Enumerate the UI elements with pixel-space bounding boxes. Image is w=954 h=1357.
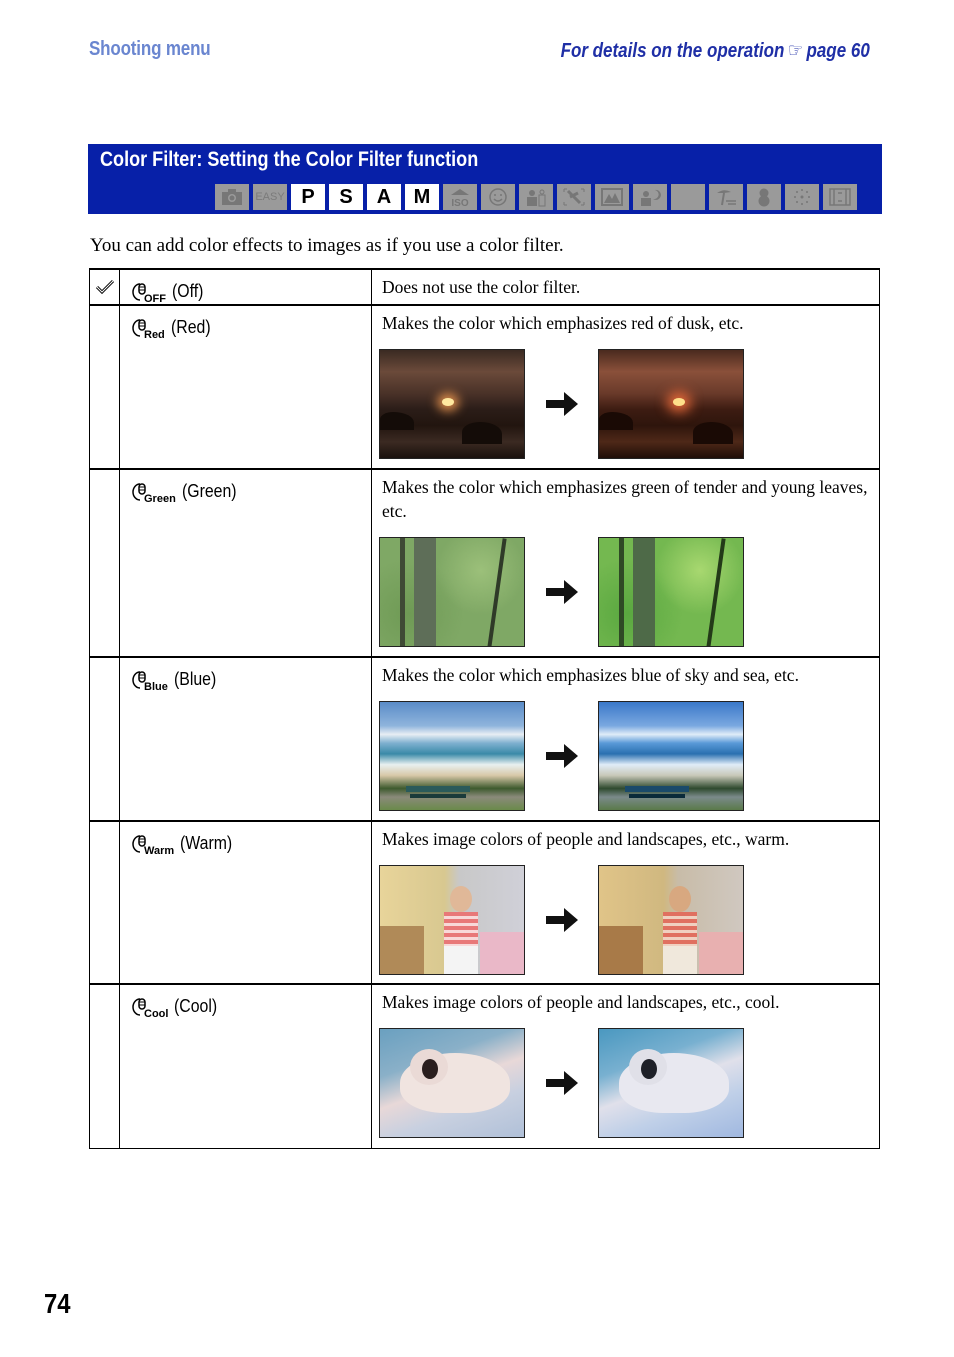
beach-original-image	[379, 701, 525, 811]
option-red[interactable]: Red (Red)	[120, 306, 371, 341]
forest-green-filter-image	[598, 537, 744, 647]
option-label: (Blue)	[173, 669, 217, 689]
pointing-hand-icon: ☞	[788, 40, 804, 62]
option-label: (Red)	[170, 317, 211, 337]
option-description: Makes the color which emphasizes red of …	[382, 313, 744, 333]
color-filter-warm-icon: Warm	[130, 832, 174, 857]
details-page-link[interactable]: page 60	[807, 40, 870, 62]
anti-blur-icon	[557, 184, 591, 210]
option-label: (Green)	[181, 481, 237, 501]
twilight-portrait-icon	[633, 184, 667, 210]
mode-a: A	[367, 184, 401, 210]
color-filter-red-icon: Red	[130, 316, 165, 341]
iso-icon: ISO	[443, 184, 477, 210]
beach-blue-filter-image	[598, 701, 744, 811]
easy-icon: EASY	[253, 184, 287, 210]
cat-cool-filter-image	[598, 1028, 744, 1138]
moon-icon	[671, 184, 705, 210]
default-cell	[89, 268, 120, 306]
option-label: (Cool)	[174, 996, 218, 1016]
option-row-off[interactable]: OFF (Off) Does not use the color filter.	[89, 268, 880, 306]
sunset-red-filter-image	[598, 349, 744, 459]
arrow-right-icon	[525, 392, 598, 416]
page-number: 74	[44, 1288, 71, 1319]
color-filter-options-table: OFF (Off) Does not use the color filter.…	[89, 268, 880, 1149]
option-description: Makes image colors of people and landsca…	[382, 829, 790, 849]
cat-original-image	[379, 1028, 525, 1138]
svg-text:ISO: ISO	[451, 198, 468, 207]
intro-text: You can add color effects to images as i…	[90, 235, 564, 256]
arrow-right-icon	[525, 744, 598, 768]
option-cool[interactable]: Cool (Cool)	[120, 985, 371, 1020]
soft-snap-icon	[519, 184, 553, 210]
color-filter-off-icon: OFF	[130, 280, 166, 305]
color-filter-blue-icon: Blue	[130, 668, 168, 693]
section-header: Shooting menu	[89, 38, 211, 60]
option-description: Makes the color which emphasizes blue of…	[382, 665, 799, 685]
option-description: Does not use the color filter.	[382, 277, 581, 297]
fireworks-icon	[785, 184, 819, 210]
option-row-cool[interactable]: Cool (Cool) Makes image colors of people…	[89, 983, 880, 1149]
option-row-blue[interactable]: Blue (Blue) Makes the color which emphas…	[89, 656, 880, 822]
option-green[interactable]: Green (Green)	[120, 470, 371, 505]
mode-s: S	[329, 184, 363, 210]
beach-icon	[709, 184, 743, 210]
landscape-icon	[595, 184, 629, 210]
camera-icon	[215, 184, 249, 210]
color-filter-cool-icon: Cool	[130, 995, 168, 1020]
shooting-mode-icons: EASY P S A M ISO	[215, 184, 857, 210]
option-label: (Off)	[172, 281, 204, 301]
page-title: Color Filter: Setting the Color Filter f…	[100, 148, 479, 171]
details-prefix: For details on the operation	[560, 40, 785, 62]
option-label: (Warm)	[180, 833, 233, 853]
color-filter-green-icon: Green	[130, 480, 176, 505]
title-bar: Color Filter: Setting the Color Filter f…	[88, 144, 882, 214]
girl-warm-filter-image	[598, 865, 744, 975]
option-row-green[interactable]: Green (Green) Makes the color which emph…	[89, 468, 880, 658]
option-off[interactable]: OFF (Off)	[120, 270, 371, 305]
option-blue[interactable]: Blue (Blue)	[120, 658, 371, 693]
movie-icon	[823, 184, 857, 210]
arrow-right-icon	[525, 908, 598, 932]
snow-icon	[747, 184, 781, 210]
arrow-right-icon	[525, 1071, 598, 1095]
smile-icon	[481, 184, 515, 210]
option-warm[interactable]: Warm (Warm)	[120, 822, 371, 857]
option-description: Makes image colors of people and landsca…	[382, 992, 780, 1012]
sunset-original-image	[379, 349, 525, 459]
mode-m: M	[405, 184, 439, 210]
details-reference[interactable]: For details on the operation ☞ page 60	[561, 38, 870, 63]
default-checkmark-icon	[95, 279, 114, 295]
option-row-warm[interactable]: Warm (Warm) Makes image colors of people…	[89, 820, 880, 985]
arrow-right-icon	[525, 580, 598, 604]
option-row-red[interactable]: Red (Red) Makes the color which emphasiz…	[89, 304, 880, 470]
mode-p: P	[291, 184, 325, 210]
girl-original-image	[379, 865, 525, 975]
forest-original-image	[379, 537, 525, 647]
option-description: Makes the color which emphasizes green o…	[382, 477, 868, 521]
